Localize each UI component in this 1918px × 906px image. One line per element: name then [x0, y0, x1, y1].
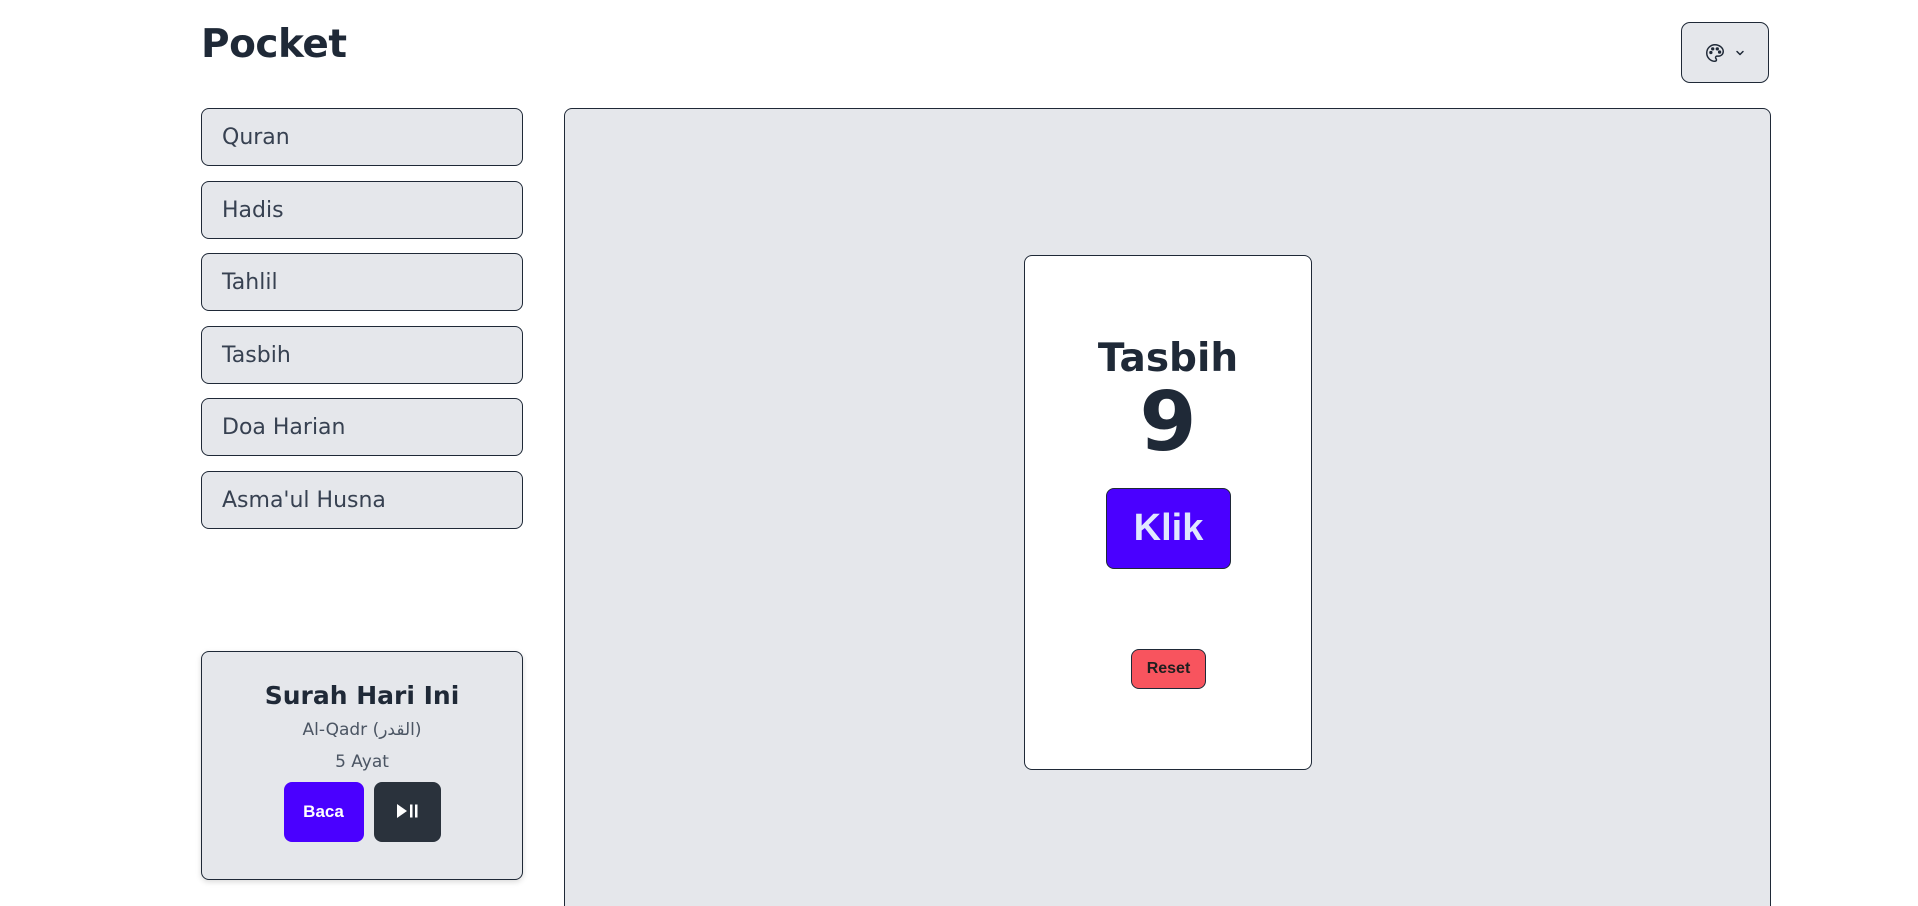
sidebar-item-doa-harian[interactable]: Doa Harian	[201, 398, 523, 456]
app-title: Pocket	[201, 22, 347, 67]
reset-button[interactable]: Reset	[1131, 649, 1206, 689]
tasbih-counter-card: Tasbih 9 Klik Reset	[1024, 255, 1312, 770]
tasbih-count: 9	[1139, 375, 1197, 470]
surah-card-actions: Baca	[283, 782, 441, 842]
sidebar-item-label: Doa Harian	[222, 414, 346, 440]
palette-icon	[1704, 42, 1726, 64]
sidebar-item-label: Quran	[222, 124, 290, 150]
read-button[interactable]: Baca	[283, 782, 364, 842]
page: Pocket Quran Hadis Tahlil Tasbih Doa Har…	[0, 0, 1918, 906]
sidebar-item-label: Tahlil	[222, 269, 278, 295]
sidebar-item-label: Tasbih	[222, 342, 291, 368]
sidebar-item-asmaul-husna[interactable]: Asma'ul Husna	[201, 471, 523, 529]
surah-name: Al-Qadr (القدر)	[302, 720, 422, 740]
sidebar-item-tasbih[interactable]: Tasbih	[201, 326, 523, 384]
play-pause-button[interactable]	[373, 782, 441, 842]
sidebar-item-quran[interactable]: Quran	[201, 108, 523, 166]
surah-ayat-count: 5 Ayat	[335, 752, 389, 772]
surah-of-the-day-card: Surah Hari Ini Al-Qadr (القدر) 5 Ayat Ba…	[201, 651, 523, 880]
surah-card-title: Surah Hari Ini	[264, 681, 460, 710]
sidebar-item-tahlil[interactable]: Tahlil	[201, 253, 523, 311]
sidebar-item-label: Hadis	[222, 197, 284, 223]
chevron-down-icon	[1734, 47, 1746, 59]
theme-selector-button[interactable]	[1681, 22, 1769, 83]
play-pause-icon	[395, 803, 419, 822]
sidebar-item-label: Asma'ul Husna	[222, 487, 386, 513]
click-counter-button[interactable]: Klik	[1106, 488, 1231, 569]
sidebar-item-hadis[interactable]: Hadis	[201, 181, 523, 239]
